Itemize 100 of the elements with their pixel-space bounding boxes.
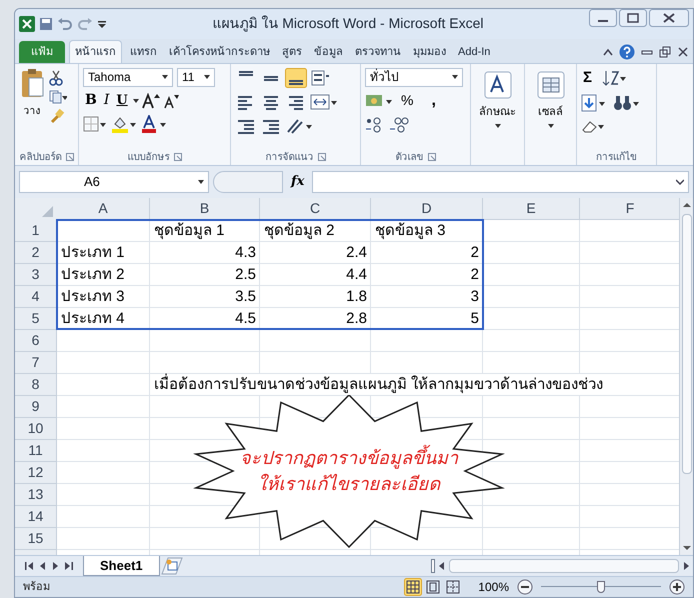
percent-button[interactable]: % [399, 90, 416, 111]
row-header[interactable]: 12 [15, 462, 57, 484]
table-cell[interactable]: ประเภท 2 [57, 264, 150, 286]
row-header[interactable]: 4 [15, 286, 57, 308]
fill-color-icon[interactable] [111, 114, 137, 133]
ribbon-tab[interactable]: สูตร [278, 40, 306, 63]
scissors-icon[interactable] [49, 70, 63, 86]
column-header[interactable]: E [483, 198, 580, 220]
dropdown-arrow-icon[interactable] [132, 98, 139, 103]
ribbon-tab[interactable]: เค้าโครงหน้ากระดาษ [165, 40, 274, 63]
formula-bar-handle[interactable] [213, 171, 283, 194]
insert-function-button[interactable]: fx [287, 172, 308, 192]
row-header[interactable]: 14 [15, 506, 57, 528]
row-header[interactable]: 13 [15, 484, 57, 506]
close-icon[interactable] [677, 46, 689, 58]
scroll-up-icon[interactable] [682, 202, 691, 208]
page-layout-icon[interactable] [424, 578, 442, 596]
dropdown-arrow-icon[interactable] [452, 75, 458, 80]
ribbon-tab[interactable]: มุมมอง [409, 40, 450, 63]
sheet-tab[interactable]: Sheet1 [83, 556, 160, 576]
maximize-icon[interactable] [619, 9, 647, 27]
dialog-launcher-icon[interactable] [428, 153, 436, 162]
column-header[interactable]: B [150, 198, 260, 220]
zoom-out-icon[interactable] [517, 579, 533, 596]
table-cell[interactable]: 2.4 [260, 242, 371, 264]
dropdown-arrow-icon[interactable] [198, 180, 204, 184]
copy-icon[interactable] [49, 90, 67, 104]
row-header[interactable]: 5 [15, 308, 57, 330]
ribbon-tab[interactable]: หน้าแรก [69, 40, 122, 63]
table-cell[interactable]: 2.5 [150, 264, 260, 286]
spreadsheet-logo-icon[interactable] [19, 16, 35, 32]
page-break-icon[interactable] [444, 578, 462, 596]
row-header[interactable]: 8 [15, 374, 57, 396]
autosum-button[interactable]: Σ [581, 68, 594, 88]
underline-button[interactable]: U [114, 90, 130, 111]
bottom-align-icon[interactable] [285, 68, 307, 88]
row-header[interactable]: 1 [15, 220, 57, 242]
table-cell[interactable]: ประเภท 1 [57, 242, 150, 264]
slider-thumb[interactable] [597, 581, 605, 594]
fill-down-icon[interactable] [581, 94, 605, 112]
row-header[interactable]: 7 [15, 352, 57, 374]
table-cell[interactable]: 1.8 [260, 286, 371, 308]
table-cell[interactable]: 3 [371, 286, 483, 308]
insert-sheet-icon[interactable] [160, 557, 184, 576]
table-cell[interactable]: 4.5 [150, 308, 260, 330]
column-header[interactable]: A [57, 198, 150, 220]
font-color-icon[interactable] [141, 114, 167, 133]
font-name-field[interactable]: Tahoma [83, 68, 173, 87]
shrink-font-icon[interactable] [162, 92, 179, 109]
table-cell[interactable]: 2 [371, 264, 483, 286]
table-cell[interactable]: 3.5 [150, 286, 260, 308]
horizontal-scroll-thumb[interactable] [449, 559, 679, 574]
dropdown-arrow-icon[interactable] [204, 75, 210, 80]
table-cell[interactable]: ประเภท 3 [57, 286, 150, 308]
number-format-field[interactable]: ทั่วไป [365, 68, 463, 87]
table-cell[interactable]: ชุดข้อมูล 3 [371, 220, 483, 242]
table-cell[interactable]: 2.8 [260, 308, 371, 330]
help-icon[interactable] [619, 44, 635, 60]
restore-icon[interactable] [659, 46, 671, 58]
name-box[interactable]: A6 [19, 171, 209, 194]
table-cell[interactable]: ชุดข้อมูล 1 [150, 220, 260, 242]
dialog-launcher-icon[interactable] [174, 153, 182, 162]
binoculars-icon[interactable] [613, 94, 639, 112]
comma-button[interactable]: , [429, 90, 438, 111]
ribbon-tab[interactable]: ข้อมูล [310, 40, 347, 63]
dialog-launcher-icon[interactable] [318, 153, 326, 162]
table-cell[interactable]: ชุดข้อมูล 2 [260, 220, 371, 242]
wrap-text-icon[interactable] [310, 68, 330, 88]
dropdown-arrow-icon[interactable] [162, 75, 168, 80]
row-header[interactable]: 15 [15, 528, 57, 550]
table-cell[interactable]: 4.3 [150, 242, 260, 264]
bold-button[interactable]: B [83, 90, 99, 111]
dialog-launcher-icon[interactable] [66, 153, 74, 162]
ribbon-tab[interactable]: Add-In [454, 40, 494, 63]
row-header[interactable]: 11 [15, 440, 57, 462]
row-header[interactable]: 3 [15, 264, 57, 286]
table-cell[interactable]: 2 [371, 242, 483, 264]
italic-button[interactable]: I [102, 90, 112, 111]
ribbon-tab[interactable]: ตรวจทาน [351, 40, 405, 63]
minimize-icon[interactable] [589, 9, 617, 27]
styles-button[interactable]: ลักษณะ [475, 68, 520, 150]
vertical-scroll-thumb[interactable] [682, 214, 692, 474]
scroll-down-icon[interactable] [682, 545, 691, 552]
table-cell[interactable]: 4.4 [260, 264, 371, 286]
sort-filter-icon[interactable] [602, 68, 626, 87]
font-size-field[interactable]: 11 [177, 68, 215, 87]
split-handle[interactable] [431, 559, 435, 574]
close-icon[interactable] [649, 9, 689, 27]
table-cell[interactable]: ประเภท 4 [57, 308, 150, 330]
row-header[interactable]: 2 [15, 242, 57, 264]
scroll-left-icon[interactable] [439, 562, 445, 570]
caret-up-icon[interactable] [603, 48, 613, 56]
undo-icon[interactable] [57, 16, 73, 31]
normal-view-icon[interactable] [404, 578, 422, 596]
row-header[interactable]: 6 [15, 330, 57, 352]
column-header[interactable]: F [580, 198, 680, 220]
cells-button[interactable]: เซลล์ [529, 68, 572, 150]
zoom-in-icon[interactable] [669, 579, 685, 596]
expand-icon[interactable] [676, 179, 684, 186]
column-header[interactable]: D [371, 198, 483, 220]
